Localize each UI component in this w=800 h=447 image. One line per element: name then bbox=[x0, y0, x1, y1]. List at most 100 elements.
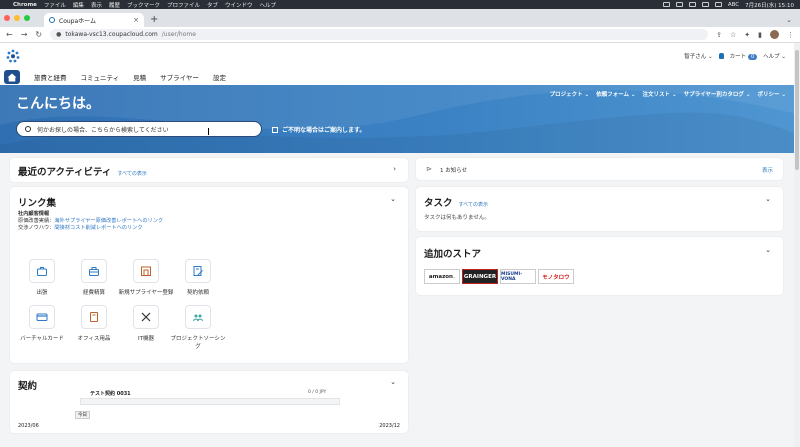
coupa-logo[interactable] bbox=[6, 49, 20, 63]
notification-show-link[interactable]: 表示 bbox=[762, 166, 773, 174]
mac-menu-help[interactable]: ヘルプ bbox=[260, 1, 277, 9]
store-icon bbox=[141, 266, 151, 276]
address-bar[interactable]: ● tokawa-vsc13.coupacloud.com/user/home bbox=[50, 29, 709, 40]
browser-tab[interactable]: Coupaホーム × bbox=[44, 13, 144, 27]
hero-menu-policies[interactable]: ポリシー ⌄ bbox=[757, 90, 786, 98]
nav-suppliers[interactable]: サプライヤー bbox=[160, 72, 199, 82]
timeline-start: 2023/06 bbox=[18, 423, 39, 429]
chevron-down-icon[interactable]: ⌄ bbox=[390, 195, 396, 203]
share-icon[interactable]: ⇪ bbox=[716, 31, 722, 39]
forward-icon[interactable]: → bbox=[21, 30, 28, 39]
shortcut-it-equipment[interactable]: IT機器 bbox=[118, 305, 174, 342]
status-tray-icon[interactable] bbox=[662, 2, 670, 7]
contract-item-name[interactable]: テスト契約 0031 bbox=[90, 390, 131, 397]
lock-icon[interactable]: ● bbox=[56, 31, 61, 38]
hero-menu-request-forms[interactable]: 依頼フォーム ⌄ bbox=[596, 90, 635, 98]
help-menu[interactable]: ヘルプ ⌄ bbox=[763, 52, 786, 60]
tab-search-icon[interactable]: ⌄ bbox=[786, 13, 792, 27]
home-icon bbox=[7, 73, 17, 81]
mac-app-name[interactable]: Chrome bbox=[13, 2, 37, 8]
mac-menu-profile[interactable]: プロファイル bbox=[167, 1, 200, 9]
team-icon bbox=[193, 314, 203, 322]
stores-title: 追加のストア bbox=[424, 249, 482, 260]
contracts-panel: 契約 ⌄ テスト契約 0031 0 / 0 JPY 今日 2023/06 202… bbox=[10, 371, 408, 433]
nav-settings[interactable]: 設定 bbox=[213, 72, 226, 82]
more-menu-icon[interactable]: ⋮ bbox=[787, 31, 794, 39]
shortcut-virtual-card[interactable]: バーチャルカード bbox=[14, 305, 70, 342]
tools-icon bbox=[141, 312, 151, 322]
reload-icon[interactable]: ↻ bbox=[35, 30, 42, 39]
hero-menu-projects[interactable]: プロジェクト ⌄ bbox=[550, 90, 590, 98]
amazon-store-logo[interactable]: amazon. bbox=[424, 269, 460, 284]
bookmark-star-icon[interactable]: ☆ bbox=[730, 31, 736, 39]
search-input[interactable]: 何かお探しの場合、こちらから検索してください bbox=[16, 121, 262, 137]
link-row: 原価改善実績：海外サプライヤー原価改善レポートへのリンク bbox=[18, 218, 164, 224]
back-icon[interactable]: ← bbox=[6, 30, 13, 39]
status-tray-icon[interactable] bbox=[688, 2, 696, 7]
chevron-down-icon[interactable]: ⌄ bbox=[765, 195, 771, 203]
menu-clock[interactable]: 7月26日(水) 15:10 bbox=[745, 1, 794, 9]
mac-menu-edit[interactable]: 編集 bbox=[73, 1, 84, 9]
extensions-icon[interactable]: ✦ bbox=[744, 31, 750, 39]
cart-count-badge: 0 bbox=[747, 54, 758, 60]
contract-timeline-bar[interactable] bbox=[80, 398, 340, 405]
shortcut-travel[interactable]: 出張 bbox=[14, 259, 70, 296]
battery-icon[interactable] bbox=[701, 2, 709, 7]
status-tray-icon[interactable] bbox=[675, 2, 683, 7]
mac-menu-view[interactable]: 表示 bbox=[91, 1, 102, 9]
app-header: 智子さん ⌄ カート 0 ヘルプ ⌄ 旅費と経費 コミュニティ 見積 サプライヤ… bbox=[0, 43, 800, 85]
close-tab-icon[interactable]: × bbox=[133, 16, 139, 24]
input-source[interactable]: ABC bbox=[728, 2, 739, 8]
shortcut-office-supplies[interactable]: オフィス用品 bbox=[66, 305, 122, 342]
contract-pen-icon bbox=[193, 266, 203, 276]
expense-bag-icon bbox=[89, 267, 99, 276]
user-menu[interactable]: 智子さん ⌄ bbox=[684, 52, 712, 60]
guidance-link[interactable]: ご不明な場合はご案内します。 bbox=[272, 125, 365, 134]
home-button[interactable] bbox=[4, 70, 20, 84]
greeting-heading: こんにちは。 bbox=[16, 96, 100, 112]
browser-toolbar: ← → ↻ ● tokawa-vsc13.coupacloud.com/user… bbox=[0, 27, 800, 43]
chevron-right-icon[interactable]: › bbox=[393, 165, 396, 173]
wifi-icon[interactable] bbox=[714, 2, 722, 7]
nav-community[interactable]: コミュニティ bbox=[81, 72, 120, 82]
notebook-icon bbox=[90, 312, 98, 322]
recent-activity-see-all[interactable]: すべての表示 bbox=[117, 170, 146, 177]
page-scrollbar-thumb[interactable] bbox=[795, 50, 799, 170]
nav-travel-expense[interactable]: 旅費と経費 bbox=[34, 72, 67, 82]
chevron-down-icon[interactable]: ⌄ bbox=[765, 246, 771, 254]
grainger-store-logo[interactable]: GRAINGER bbox=[462, 269, 498, 284]
credit-card-icon bbox=[36, 313, 48, 321]
side-panel-icon[interactable]: ▮ bbox=[758, 31, 762, 39]
mac-menu-tab[interactable]: タブ bbox=[207, 1, 218, 9]
minimize-window-button[interactable] bbox=[14, 15, 20, 21]
links-title: リンク集 bbox=[18, 198, 57, 209]
close-window-button[interactable] bbox=[4, 15, 10, 21]
notification-bell-icon[interactable] bbox=[718, 53, 724, 59]
mac-menu-bookmarks[interactable]: ブックマーク bbox=[127, 1, 160, 9]
main-nav: 旅費と経費 コミュニティ 見積 サプライヤー 設定 bbox=[4, 70, 226, 84]
today-marker: 今日 bbox=[75, 411, 90, 419]
nav-quotes[interactable]: 見積 bbox=[133, 72, 146, 82]
tasks-see-all[interactable]: すべての表示 bbox=[459, 201, 488, 208]
shortcut-contract-request[interactable]: 契約依頼 bbox=[170, 259, 226, 296]
hero-menu-supplier-catalogs[interactable]: サプライヤー別カタログ ⌄ bbox=[684, 90, 751, 98]
profile-avatar[interactable] bbox=[770, 30, 779, 39]
mac-menu-file[interactable]: ファイル bbox=[44, 1, 66, 9]
edit-icon bbox=[272, 126, 278, 133]
shortcut-new-supplier[interactable]: 新規サプライヤー登録 bbox=[118, 259, 174, 296]
mac-menu-window[interactable]: ウインドウ bbox=[225, 1, 253, 9]
zoom-window-button[interactable] bbox=[24, 15, 30, 21]
new-tab-button[interactable]: + bbox=[150, 13, 158, 27]
shortcut-expense[interactable]: 経費精算 bbox=[66, 259, 122, 296]
cart-link[interactable]: カート 0 bbox=[730, 52, 758, 60]
misumi-store-logo[interactable]: MISUMI-VONA bbox=[500, 269, 536, 284]
shortcut-project-sourcing[interactable]: プロジェクトソーシング bbox=[170, 305, 226, 350]
recent-activity-title: 最近のアクティビティ bbox=[18, 167, 112, 178]
hero-menu-order-lists[interactable]: 注文リスト ⌄ bbox=[643, 90, 677, 98]
indirect-cost-report-link[interactable]: 間接材コスト削減レポートへのリンク bbox=[54, 225, 142, 231]
url-host: tokawa-vsc13.coupacloud.com bbox=[65, 31, 158, 38]
monotaro-store-logo[interactable]: モノタロウ bbox=[538, 269, 574, 284]
chevron-down-icon[interactable]: ⌄ bbox=[390, 378, 396, 386]
mac-menu-history[interactable]: 履歴 bbox=[109, 1, 120, 9]
overseas-supplier-report-link[interactable]: 海外サプライヤー原価改善レポートへのリンク bbox=[54, 218, 163, 224]
